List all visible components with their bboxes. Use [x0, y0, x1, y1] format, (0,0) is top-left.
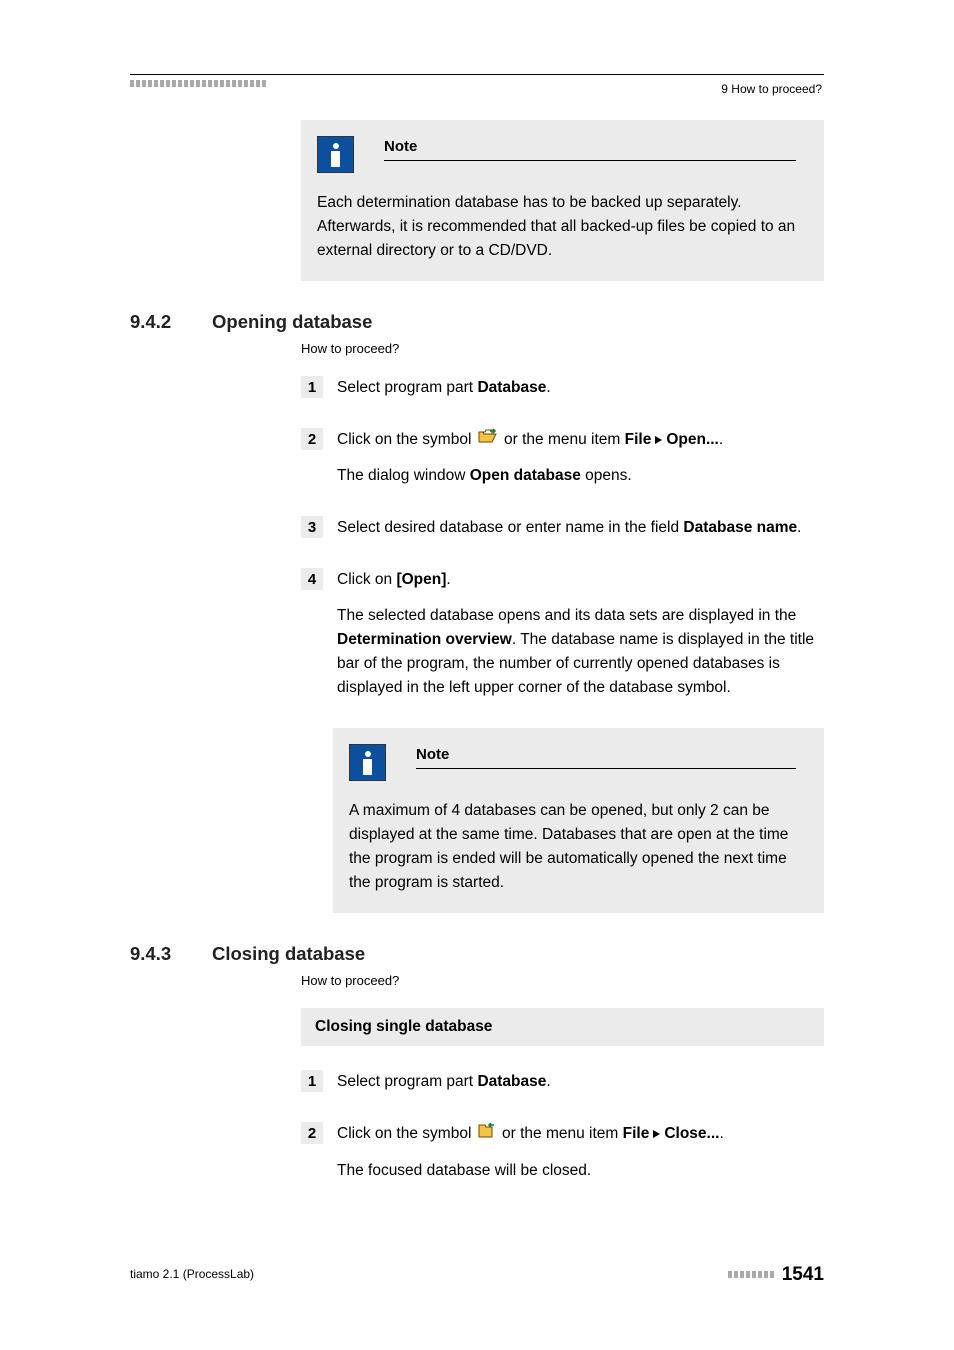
note-title: Note: [384, 138, 808, 158]
step-number: 4: [301, 568, 323, 590]
footer: tiamo 2.1 (ProcessLab) 1541: [130, 1264, 824, 1286]
footer-product: tiamo 2.1 (ProcessLab): [130, 1267, 254, 1281]
note-block: Note Each determination database has to …: [301, 120, 824, 281]
step-text: Click on the symbol or the menu item Fil…: [337, 1122, 824, 1182]
section-number: 9.4.2: [130, 311, 180, 333]
step-number: 1: [301, 376, 323, 398]
section-number: 9.4.3: [130, 943, 180, 965]
footer-dashes: [728, 1271, 774, 1280]
step-text: Click on [Open]. The selected database o…: [337, 568, 824, 700]
howto-label: How to proceed?: [301, 341, 824, 356]
step-number: 2: [301, 428, 323, 450]
step-text: Select program part Database.: [337, 376, 824, 400]
section-heading-943: 9.4.3 Closing database: [130, 943, 824, 965]
breadcrumb: 9 How to proceed?: [721, 82, 822, 96]
step-text: Select desired database or enter name in…: [337, 516, 824, 540]
open-folder-icon: [478, 428, 498, 452]
info-icon: [317, 136, 354, 173]
step-1: 1 Select program part Database.: [301, 1070, 824, 1094]
step-text: Click on the symbol or the menu item Fil…: [337, 428, 824, 488]
note-block-indented: Note A maximum of 4 databases can be ope…: [333, 728, 824, 913]
step-3: 3 Select desired database or enter name …: [301, 516, 824, 540]
info-icon: [349, 744, 386, 781]
header-dashes: [130, 80, 266, 87]
close-folder-icon: [478, 1122, 496, 1146]
subsection-heading: Closing single database: [301, 1008, 824, 1046]
triangle-icon: [655, 436, 662, 444]
note-body: Each determination database has to be ba…: [317, 191, 808, 263]
step-2: 2 Click on the symbol or the menu item F…: [301, 1122, 824, 1182]
step-1: 1 Select program part Database.: [301, 376, 824, 400]
section-title: Opening database: [212, 311, 372, 333]
note-body: A maximum of 4 databases can be opened, …: [349, 799, 808, 895]
section-title: Closing database: [212, 943, 365, 965]
howto-label: How to proceed?: [301, 973, 824, 988]
step-number: 3: [301, 516, 323, 538]
step-text: Select program part Database.: [337, 1070, 824, 1094]
triangle-icon: [653, 1130, 660, 1138]
header-divider: [130, 74, 824, 75]
step-2: 2 Click on the symbol or the menu item F…: [301, 428, 824, 488]
step-number: 1: [301, 1070, 323, 1092]
section-heading-942: 9.4.2 Opening database: [130, 311, 824, 333]
note-title: Note: [416, 746, 808, 766]
page-number: 1541: [782, 1264, 824, 1286]
step-4: 4 Click on [Open]. The selected database…: [301, 568, 824, 700]
step-number: 2: [301, 1122, 323, 1144]
